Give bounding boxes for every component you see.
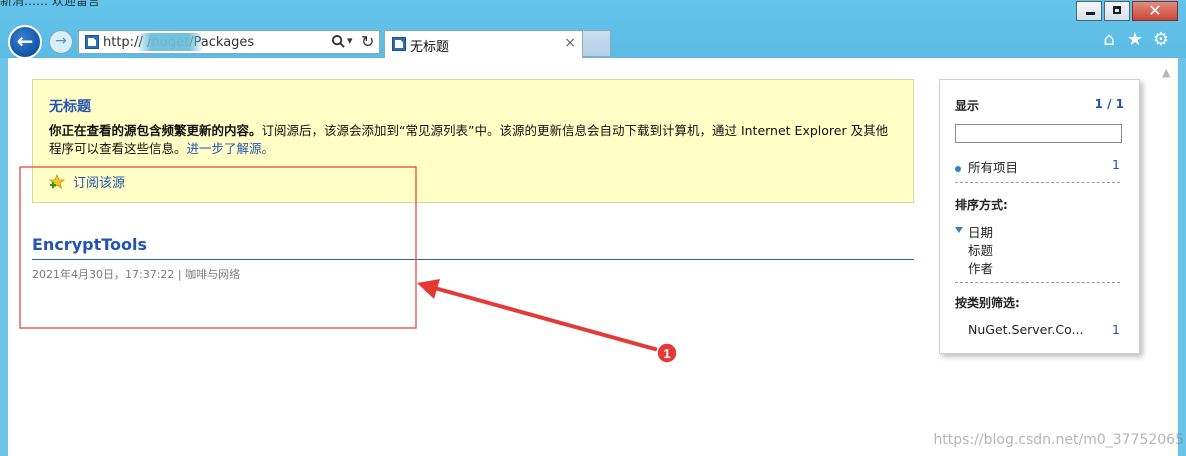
address-dropdown-icon[interactable]: ▾ [347,34,353,47]
tab-title: 无标题 [410,40,450,55]
browser-tools: ⌂ ★ ⚙ [1100,31,1170,49]
sort-label: 排序方式: [955,198,1008,212]
back-arrow-icon: ← [16,29,34,53]
tab-active[interactable]: 无标题 × [384,30,583,58]
minimize-icon [1086,12,1095,15]
close-window-button[interactable]: ✕ [1132,1,1178,21]
tab-page-icon [392,37,406,51]
display-count: 1 / 1 [1094,97,1124,111]
minimize-button[interactable] [1076,1,1102,21]
feed-title: 无标题 [49,99,91,115]
scroll-up-icon[interactable]: ▲ [1162,66,1172,79]
sidebar-search-input[interactable] [955,124,1122,143]
subscribe-star-icon [49,173,65,189]
filter-item-count: 1 [1112,322,1120,337]
favorites-icon[interactable]: ★ [1126,31,1144,49]
tab-close-icon[interactable]: × [564,35,576,51]
main-column: 无标题 你正在查看的源包含频繁更新的内容。订阅源后，该源会添加到“常见源列表”中… [32,79,914,281]
subscribe-row[interactable]: 订阅该源 [49,172,125,191]
learn-more-link[interactable]: 进一步了解源。 [187,141,275,156]
window-controls: ✕ [1074,1,1178,21]
maximize-button[interactable] [1104,1,1130,21]
page-icon [85,35,99,49]
new-tab-button[interactable] [583,30,611,57]
forward-arrow-icon: → [55,33,67,49]
all-items-label: 所有项目 [968,160,1019,175]
filter-item-nuget[interactable]: NuGet.Server.Co... 1 [968,322,1120,337]
address-bar[interactable]: http:// /nuget/Packages ▾ ↻ [78,30,380,54]
sort-option-title[interactable]: 标题 [968,240,993,259]
sort-option-author[interactable]: 作者 [968,258,993,277]
feed-description: 你正在查看的源包含频繁更新的内容。订阅源后，该源会添加到“常见源列表”中。该源的… [49,122,897,158]
sidebar-divider [955,282,1120,283]
subscribe-link[interactable]: 订阅该源 [73,172,125,191]
feed-description-bold: 你正在查看的源包含频繁更新的内容。 [49,123,262,138]
back-button[interactable]: ← [8,25,42,59]
feed-info-box: 无标题 你正在查看的源包含频繁更新的内容。订阅源后，该源会添加到“常见源列表”中… [32,79,914,203]
sort-option-date[interactable]: 日期 [968,222,993,241]
sort-arrow-icon [955,227,963,233]
display-label: 显示 [955,99,980,113]
entry-divider [32,259,914,260]
forward-button[interactable]: → [49,30,73,54]
entry-title[interactable]: EncryptTools [32,235,147,254]
sidebar-divider [955,182,1120,183]
search-icon[interactable] [331,34,346,49]
home-icon[interactable]: ⌂ [1100,31,1118,49]
watermark: https://blog.csdn.net/m0_37752065 [933,432,1184,448]
refresh-icon[interactable]: ↻ [361,32,374,51]
maximize-icon [1113,6,1121,14]
filter-label: 按类别筛选: [955,296,1020,310]
entry-meta: 2021年4月30日，17:37:22 | 咖啡与网络 [32,268,241,281]
page-content: ▲ 无标题 你正在查看的源包含频繁更新的内容。订阅源后，该源会添加到“常见源列表… [8,58,1178,456]
feed-sidebar: 显示 1 / 1 所有项目 1 排序方式: 日期 标题 作者 按类别筛选: Nu… [939,79,1140,354]
filter-item-label: NuGet.Server.Co... [968,322,1084,337]
address-redaction [136,33,204,51]
close-icon: ✕ [1148,1,1162,20]
top-cropped-text: 新消…… 欢迎留言 [0,0,100,8]
all-items-count: 1 [1112,157,1120,172]
settings-icon[interactable]: ⚙ [1152,31,1170,49]
bullet-icon [955,165,961,172]
all-items-row[interactable]: 所有项目 1 [955,157,1120,176]
